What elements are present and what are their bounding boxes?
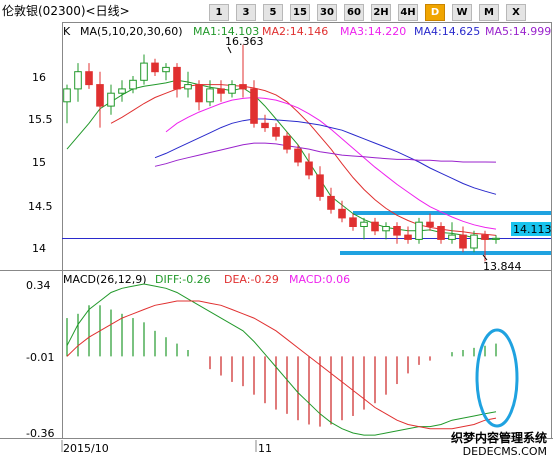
price-tick-16: 16 xyxy=(32,71,46,84)
high-price-label: 16.363 xyxy=(225,35,264,48)
candle-body xyxy=(393,226,401,236)
price-tick-14: 14 xyxy=(32,242,46,255)
candle-body xyxy=(492,237,500,240)
candle-body xyxy=(195,84,203,103)
watermark-line2: DEDECMS.COM xyxy=(462,445,547,458)
candle-body xyxy=(250,88,258,124)
macd-tick-mid: -0.01 xyxy=(26,351,54,364)
candle-body xyxy=(338,208,346,219)
candle-body xyxy=(239,84,247,90)
candle-body xyxy=(371,221,379,232)
candle-body xyxy=(272,127,280,137)
macd-panel-label: MACD(26,12,9) xyxy=(63,273,147,286)
candle-body xyxy=(173,66,181,90)
ma5-legend: MA5:14.999 xyxy=(485,25,551,38)
candle-body xyxy=(327,195,335,210)
candle-body xyxy=(162,66,170,73)
current-price-value: 14.113 xyxy=(513,223,552,236)
candle-body xyxy=(448,234,456,240)
candle-body xyxy=(107,92,115,107)
ma-line-ma4 xyxy=(154,118,497,195)
macd-tick-top: 0.34 xyxy=(26,279,51,292)
candle-body xyxy=(85,71,93,86)
candle-body xyxy=(481,234,489,240)
candle-body xyxy=(96,84,104,107)
xaxis-label-oct: 2015/10 xyxy=(63,442,109,455)
candle-body xyxy=(305,161,313,176)
ma2-legend: MA2:14.146 xyxy=(262,25,328,38)
candle-body xyxy=(415,221,423,240)
ma-line-ma5 xyxy=(154,142,497,167)
candle-body xyxy=(470,234,478,249)
chart-window: 伦敦银(02300)<日线> 1 3 5 15 30 60 2H 4H D W … xyxy=(0,0,553,460)
candlesticks xyxy=(63,44,500,262)
ma-line-ma1 xyxy=(66,79,497,240)
watermark-line1: 织梦内容管理系统 xyxy=(450,431,547,445)
price-tick-14-5: 14.5 xyxy=(28,200,53,213)
ma-params-label: MA(5,10,20,30,60) xyxy=(80,25,183,38)
macd-dea-line xyxy=(66,300,497,430)
candle-body xyxy=(261,122,269,129)
low-price-label: 13.844 xyxy=(483,260,522,273)
ma4-legend: MA4:14.625 xyxy=(414,25,480,38)
price-tick-15-5: 15.5 xyxy=(28,113,53,126)
macd-dea-legend: DEA:-0.29 xyxy=(224,273,279,286)
candle-body xyxy=(294,148,302,163)
macd-diff-legend: DIFF:-0.26 xyxy=(155,273,211,286)
candle-body xyxy=(217,88,225,94)
candle-body xyxy=(140,62,148,81)
candle-body xyxy=(316,174,324,197)
candle-body xyxy=(74,71,82,90)
watermark: 织梦内容管理系统 DEDECMS.COM xyxy=(450,431,547,459)
macd-histogram xyxy=(66,305,497,427)
candle-body xyxy=(151,62,159,73)
macd-lines xyxy=(66,283,497,436)
candle-body xyxy=(63,88,71,103)
candle-body xyxy=(426,221,434,227)
macd-diff-line xyxy=(66,283,497,436)
macd-value-legend: MACD:0.06 xyxy=(289,273,350,286)
candle-body xyxy=(129,79,137,90)
candle-body xyxy=(404,234,412,240)
xaxis-label-nov: 11 xyxy=(258,442,272,455)
candle-body xyxy=(184,84,192,90)
macd-tick-bottom: -0.36 xyxy=(26,427,54,440)
candle-body xyxy=(283,135,291,150)
candle-body xyxy=(118,88,126,94)
candle-body xyxy=(228,84,236,94)
chart-canvas: K MA(5,10,20,30,60) MA1:14.103 MA2:14.14… xyxy=(0,22,553,455)
candle-body xyxy=(459,234,467,249)
price-tick-15: 15 xyxy=(32,156,46,169)
candle-body xyxy=(437,226,445,240)
candle-body xyxy=(382,226,390,232)
candle-body xyxy=(206,88,214,103)
price-panel-label: K xyxy=(63,25,71,38)
moving-average-lines xyxy=(66,79,497,240)
ma3-legend: MA3:14.220 xyxy=(340,25,406,38)
candle-body xyxy=(360,221,368,227)
highlight-ellipse xyxy=(475,328,519,428)
candle-body xyxy=(349,217,357,227)
